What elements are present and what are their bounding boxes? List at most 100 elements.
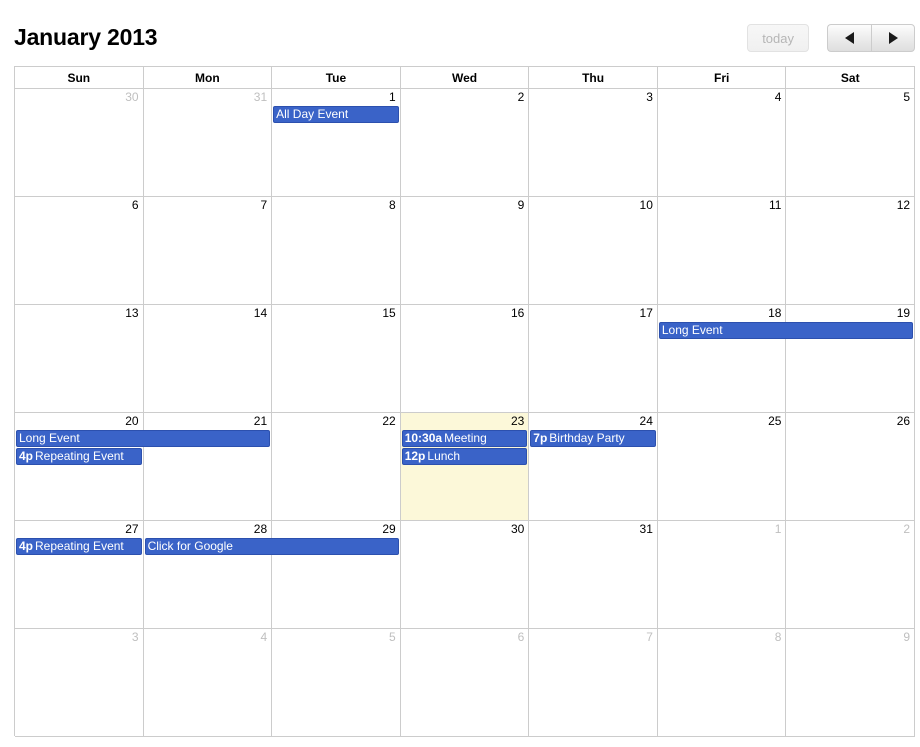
day-cell[interactable]: 3 bbox=[529, 89, 658, 197]
event-time: 4p bbox=[19, 539, 34, 553]
day-number: 5 bbox=[903, 90, 911, 104]
day-cell[interactable]: 2 bbox=[400, 89, 530, 197]
day-cell[interactable]: 4 bbox=[143, 629, 273, 737]
weekday-header-tue: Tue bbox=[272, 67, 401, 89]
day-number: 27 bbox=[125, 522, 139, 536]
day-number: 2 bbox=[517, 90, 525, 104]
day-number: 29 bbox=[382, 522, 396, 536]
calendar-event[interactable]: Long Event bbox=[658, 322, 913, 339]
week-day-cells: 6 7 8 9 10 11 12 bbox=[15, 197, 916, 305]
day-cell[interactable]: 7 bbox=[143, 197, 273, 305]
day-number: 15 bbox=[382, 306, 396, 320]
event-title: Repeating Event bbox=[35, 539, 124, 553]
day-cell[interactable]: 4 bbox=[657, 89, 787, 197]
day-number: 4 bbox=[260, 630, 268, 644]
day-number: 8 bbox=[774, 630, 782, 644]
day-number: 22 bbox=[382, 414, 396, 428]
calendar-month-view: January 2013 today Sun Mon Tue Wed Thu Fri Sat… bbox=[0, 0, 920, 747]
calendar-event[interactable]: 4p Repeating Event bbox=[16, 538, 142, 555]
chevron-right-icon bbox=[888, 32, 898, 44]
day-cell[interactable]: 8 bbox=[657, 629, 787, 737]
day-cell[interactable]: 31 bbox=[529, 521, 658, 629]
calendar-toolbar: today bbox=[747, 24, 915, 52]
day-number: 17 bbox=[639, 306, 653, 320]
calendar-event[interactable]: 12p Lunch bbox=[401, 448, 528, 465]
day-cell[interactable]: 11 bbox=[657, 197, 787, 305]
day-cell[interactable]: 25 bbox=[657, 413, 787, 521]
event-time: 10:30a bbox=[404, 431, 443, 445]
day-cell[interactable]: 7 bbox=[529, 629, 658, 737]
day-cell[interactable]: 12 bbox=[786, 197, 916, 305]
calendar-week-row: 20 21 22 23 24 25 26 Long Event 10:30a Meeting 7p B… bbox=[15, 413, 916, 521]
day-cell[interactable]: 9 bbox=[400, 197, 530, 305]
day-number: 4 bbox=[774, 90, 782, 104]
day-cell[interactable]: 6 bbox=[400, 629, 530, 737]
day-number: 12 bbox=[896, 198, 911, 212]
day-number: 14 bbox=[253, 306, 268, 320]
calendar-event[interactable]: Long Event bbox=[16, 430, 271, 447]
day-cell[interactable]: 14 bbox=[143, 305, 273, 413]
day-number: 3 bbox=[646, 90, 653, 104]
day-cell[interactable]: 31 bbox=[143, 89, 273, 197]
weekday-header-sat: Sat bbox=[786, 67, 916, 89]
page-title: January 2013 bbox=[14, 24, 158, 50]
day-cell[interactable]: 2 bbox=[786, 521, 916, 629]
calendar-event[interactable]: Click for Google bbox=[144, 538, 399, 555]
day-number: 18 bbox=[768, 306, 782, 320]
calendar-week-row: 30 31 1 2 3 4 5 All Day Event bbox=[15, 89, 916, 197]
day-cell[interactable]: 30 bbox=[400, 521, 530, 629]
day-number: 21 bbox=[253, 414, 268, 428]
day-cell[interactable]: 9 bbox=[786, 629, 916, 737]
day-cell[interactable]: 22 bbox=[272, 413, 401, 521]
day-number: 16 bbox=[510, 306, 525, 320]
day-cell[interactable]: 16 bbox=[400, 305, 530, 413]
day-cell[interactable]: 13 bbox=[15, 305, 144, 413]
day-number: 31 bbox=[253, 90, 268, 104]
event-title: Meeting bbox=[444, 431, 487, 445]
day-number: 24 bbox=[639, 414, 653, 428]
day-cell[interactable]: 30 bbox=[15, 89, 144, 197]
day-cell[interactable]: 3 bbox=[15, 629, 144, 737]
day-number: 6 bbox=[517, 630, 525, 644]
day-number: 1 bbox=[774, 522, 782, 536]
day-number: 6 bbox=[131, 198, 139, 212]
day-number: 10 bbox=[639, 198, 653, 212]
day-cell[interactable]: 8 bbox=[272, 197, 401, 305]
day-cell[interactable]: 6 bbox=[15, 197, 144, 305]
weekday-header-thu: Thu bbox=[529, 67, 658, 89]
calendar-grid: Sun Mon Tue Wed Thu Fri Sat 30 31 1 2 3 4 5 All Day E… bbox=[14, 66, 916, 737]
day-number: 19 bbox=[896, 306, 911, 320]
weekday-header-mon: Mon bbox=[143, 67, 273, 89]
day-number: 31 bbox=[639, 522, 653, 536]
day-cell[interactable]: 17 bbox=[529, 305, 658, 413]
calendar-event[interactable]: 4p Repeating Event bbox=[16, 448, 142, 465]
prev-month-button[interactable] bbox=[827, 24, 871, 52]
next-month-button[interactable] bbox=[871, 24, 915, 52]
day-number: 9 bbox=[517, 198, 525, 212]
calendar-event[interactable]: 7p Birthday Party bbox=[530, 430, 656, 447]
day-number: 23 bbox=[510, 414, 525, 428]
event-time: 4p bbox=[19, 449, 34, 463]
day-number: 5 bbox=[389, 630, 396, 644]
event-time: 12p bbox=[404, 449, 426, 463]
day-number: 8 bbox=[389, 198, 396, 212]
day-number: 28 bbox=[253, 522, 268, 536]
calendar-event[interactable]: All Day Event bbox=[273, 106, 399, 123]
day-number: 7 bbox=[260, 198, 268, 212]
day-number: 11 bbox=[769, 198, 782, 212]
weekday-header-row: Sun Mon Tue Wed Thu Fri Sat bbox=[15, 67, 916, 89]
calendar-week-row: 6 7 8 9 10 11 12 bbox=[15, 197, 916, 305]
day-cell[interactable]: 1 bbox=[657, 521, 787, 629]
day-cell[interactable]: 10 bbox=[529, 197, 658, 305]
today-button[interactable]: today bbox=[747, 24, 809, 52]
day-cell[interactable]: 5 bbox=[786, 89, 916, 197]
day-cell[interactable]: 15 bbox=[272, 305, 401, 413]
week-day-cells: 30 31 1 2 3 4 5 bbox=[15, 89, 916, 197]
calendar-week-row: 13 14 15 16 17 18 19 Long Event bbox=[15, 305, 916, 413]
day-cell[interactable]: 5 bbox=[272, 629, 401, 737]
weekday-header-fri: Fri bbox=[657, 67, 787, 89]
day-cell[interactable]: 26 bbox=[786, 413, 916, 521]
weekday-header-wed: Wed bbox=[400, 67, 530, 89]
event-title: Lunch bbox=[427, 449, 461, 463]
calendar-event[interactable]: 10:30a Meeting bbox=[401, 430, 528, 447]
